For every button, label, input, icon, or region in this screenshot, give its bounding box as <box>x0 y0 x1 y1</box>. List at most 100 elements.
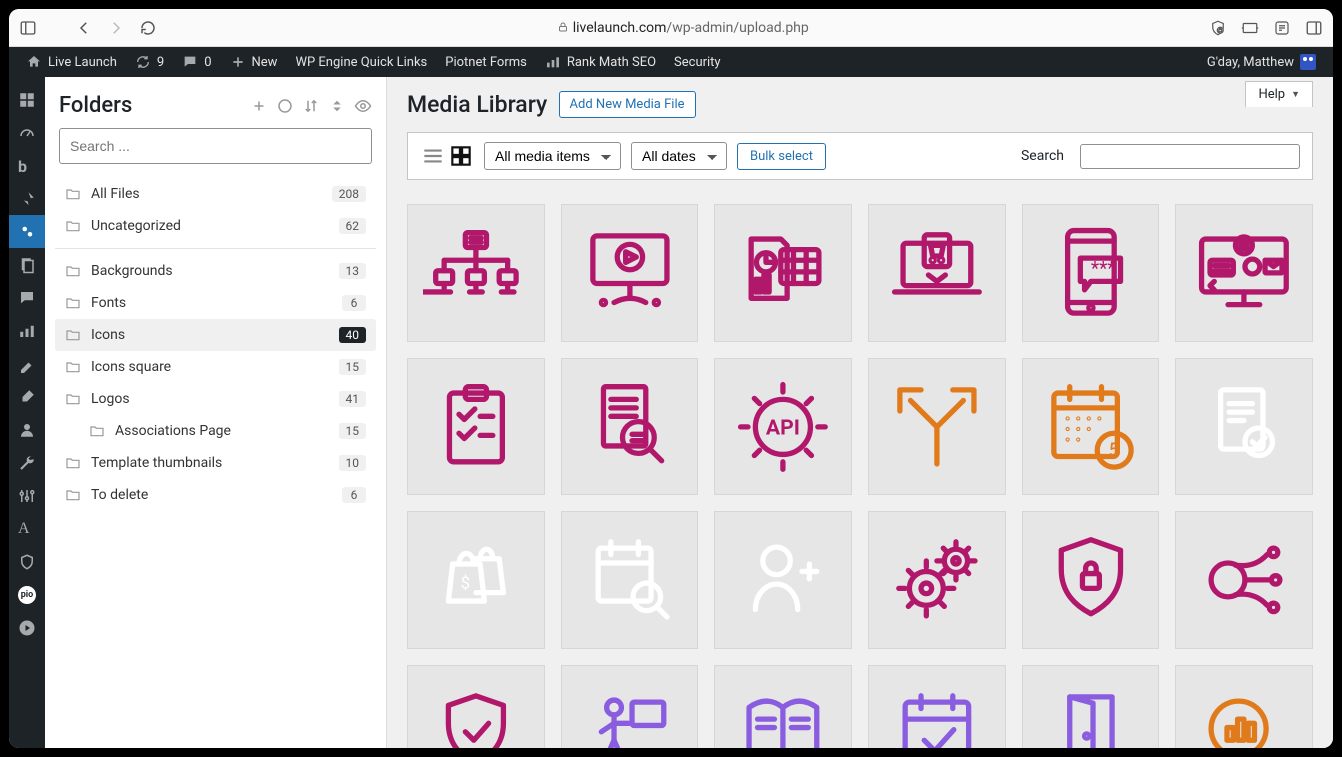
menu-users[interactable] <box>9 413 45 446</box>
folder-item[interactable]: Uncategorized62 <box>55 210 376 242</box>
nav-back-icon[interactable] <box>75 19 93 37</box>
content-area: Help▼ Media Library Add New Media File A… <box>387 77 1333 748</box>
url-domain: livelaunch.com <box>573 20 667 36</box>
media-tile[interactable] <box>1175 511 1313 649</box>
menu-play[interactable] <box>9 611 45 644</box>
avatar <box>1300 54 1316 70</box>
menu-a[interactable]: A <box>9 512 45 545</box>
media-search-input[interactable] <box>1080 144 1300 169</box>
menu-gauge[interactable] <box>9 116 45 149</box>
folder-item[interactable]: Template thumbnails10 <box>55 447 376 479</box>
ab-new[interactable]: New <box>221 47 287 77</box>
folder-item[interactable]: Icons40 <box>55 319 376 351</box>
ab-comments-count: 0 <box>204 55 211 70</box>
folder-search-input[interactable] <box>59 128 372 164</box>
ab-updates-count: 9 <box>157 55 164 70</box>
media-tile[interactable] <box>1175 358 1313 496</box>
media-tile[interactable] <box>1175 204 1313 342</box>
wp-adminbar: Live Launch 9 0 New WP Engine Quick Link… <box>9 47 1333 77</box>
folder-item[interactable]: Fonts6 <box>55 287 376 319</box>
menu-dashboard[interactable] <box>9 83 45 116</box>
media-tile[interactable] <box>1022 204 1160 342</box>
menu-appearance[interactable] <box>9 347 45 380</box>
menu-shield[interactable] <box>9 545 45 578</box>
reload-icon[interactable] <box>139 19 157 37</box>
filter-type-select[interactable]: All media items <box>484 142 621 170</box>
add-new-button[interactable]: Add New Media File <box>559 91 696 118</box>
sidebar-toggle-icon[interactable] <box>19 19 37 37</box>
media-tile[interactable] <box>714 511 852 649</box>
folder-filter-icon[interactable] <box>328 97 346 115</box>
media-tile[interactable] <box>561 511 699 649</box>
folder-item[interactable]: Icons square15 <box>55 351 376 383</box>
folder-eye-icon[interactable] <box>354 97 372 115</box>
menu-settings[interactable] <box>9 479 45 512</box>
menu-brush[interactable] <box>9 380 45 413</box>
bulk-select-button[interactable]: Bulk select <box>737 143 826 170</box>
menu-pio[interactable]: pio <box>9 578 45 611</box>
media-tile[interactable] <box>1022 665 1160 748</box>
folder-icon <box>65 359 81 375</box>
media-tile[interactable] <box>868 358 1006 496</box>
menu-tools[interactable] <box>9 446 45 479</box>
reader-icon[interactable] <box>1273 19 1291 37</box>
folder-name: Associations Page <box>115 423 329 439</box>
media-tile[interactable] <box>561 204 699 342</box>
ab-wpengine[interactable]: WP Engine Quick Links <box>286 47 436 77</box>
menu-media[interactable] <box>9 215 45 248</box>
ab-site[interactable]: Live Launch <box>17 47 126 77</box>
folder-icon <box>65 455 81 471</box>
media-tile[interactable] <box>714 204 852 342</box>
folder-add-icon[interactable] <box>250 97 268 115</box>
shield-icon[interactable] <box>1209 19 1227 37</box>
url-bar[interactable]: livelaunch.com/wp-admin/upload.php <box>171 20 1195 36</box>
folder-rename-icon[interactable] <box>276 97 294 115</box>
ab-piotnet[interactable]: Piotnet Forms <box>436 47 536 77</box>
folder-search <box>59 128 372 164</box>
folder-item[interactable]: To delete6 <box>55 479 376 511</box>
responsive-icon[interactable] <box>1241 19 1259 37</box>
media-tile[interactable] <box>868 511 1006 649</box>
ab-new-label: New <box>252 55 278 70</box>
folder-name: Icons <box>91 327 329 343</box>
media-tile[interactable] <box>561 665 699 748</box>
folder-count: 15 <box>339 423 367 439</box>
menu-pin[interactable] <box>9 182 45 215</box>
ab-updates[interactable]: 9 <box>126 47 173 77</box>
folder-item[interactable]: Associations Page 15 <box>55 415 376 447</box>
media-tile[interactable] <box>561 358 699 496</box>
filter-date-select[interactable]: All dates <box>631 142 727 170</box>
media-tile[interactable] <box>407 204 545 342</box>
menu-b[interactable]: b <box>9 149 45 182</box>
ab-rankmath[interactable]: Rank Math SEO <box>536 47 665 77</box>
panel-right-icon[interactable] <box>1305 19 1323 37</box>
media-tile[interactable] <box>714 665 852 748</box>
folder-count: 6 <box>342 487 366 503</box>
folder-item[interactable]: Logos41 <box>55 383 376 415</box>
grid-view-icon[interactable] <box>448 143 474 169</box>
media-tile[interactable] <box>1022 358 1160 496</box>
media-tile[interactable] <box>1175 665 1313 748</box>
folder-item[interactable]: All Files208 <box>55 178 376 210</box>
media-tile[interactable] <box>868 204 1006 342</box>
menu-comments[interactable] <box>9 281 45 314</box>
media-tile[interactable] <box>868 665 1006 748</box>
browser-toolbar: livelaunch.com/wp-admin/upload.php <box>9 9 1333 47</box>
folder-name: Template thumbnails <box>91 455 329 471</box>
ab-comments[interactable]: 0 <box>173 47 220 77</box>
menu-pages[interactable] <box>9 248 45 281</box>
media-tile[interactable] <box>407 358 545 496</box>
search-label: Search <box>1021 148 1064 164</box>
ab-account[interactable]: G'day, Matthew <box>1198 47 1325 77</box>
ab-security[interactable]: Security <box>665 47 730 77</box>
folder-icon <box>65 391 81 407</box>
menu-analytics[interactable] <box>9 314 45 347</box>
media-tile[interactable] <box>1022 511 1160 649</box>
media-tile[interactable] <box>714 358 852 496</box>
media-tile[interactable] <box>407 665 545 748</box>
media-tile[interactable] <box>407 511 545 649</box>
help-tab[interactable]: Help▼ <box>1245 81 1313 107</box>
folder-item[interactable]: Backgrounds13 <box>55 255 376 287</box>
folder-sort-icon[interactable] <box>302 97 320 115</box>
list-view-icon[interactable] <box>420 143 446 169</box>
